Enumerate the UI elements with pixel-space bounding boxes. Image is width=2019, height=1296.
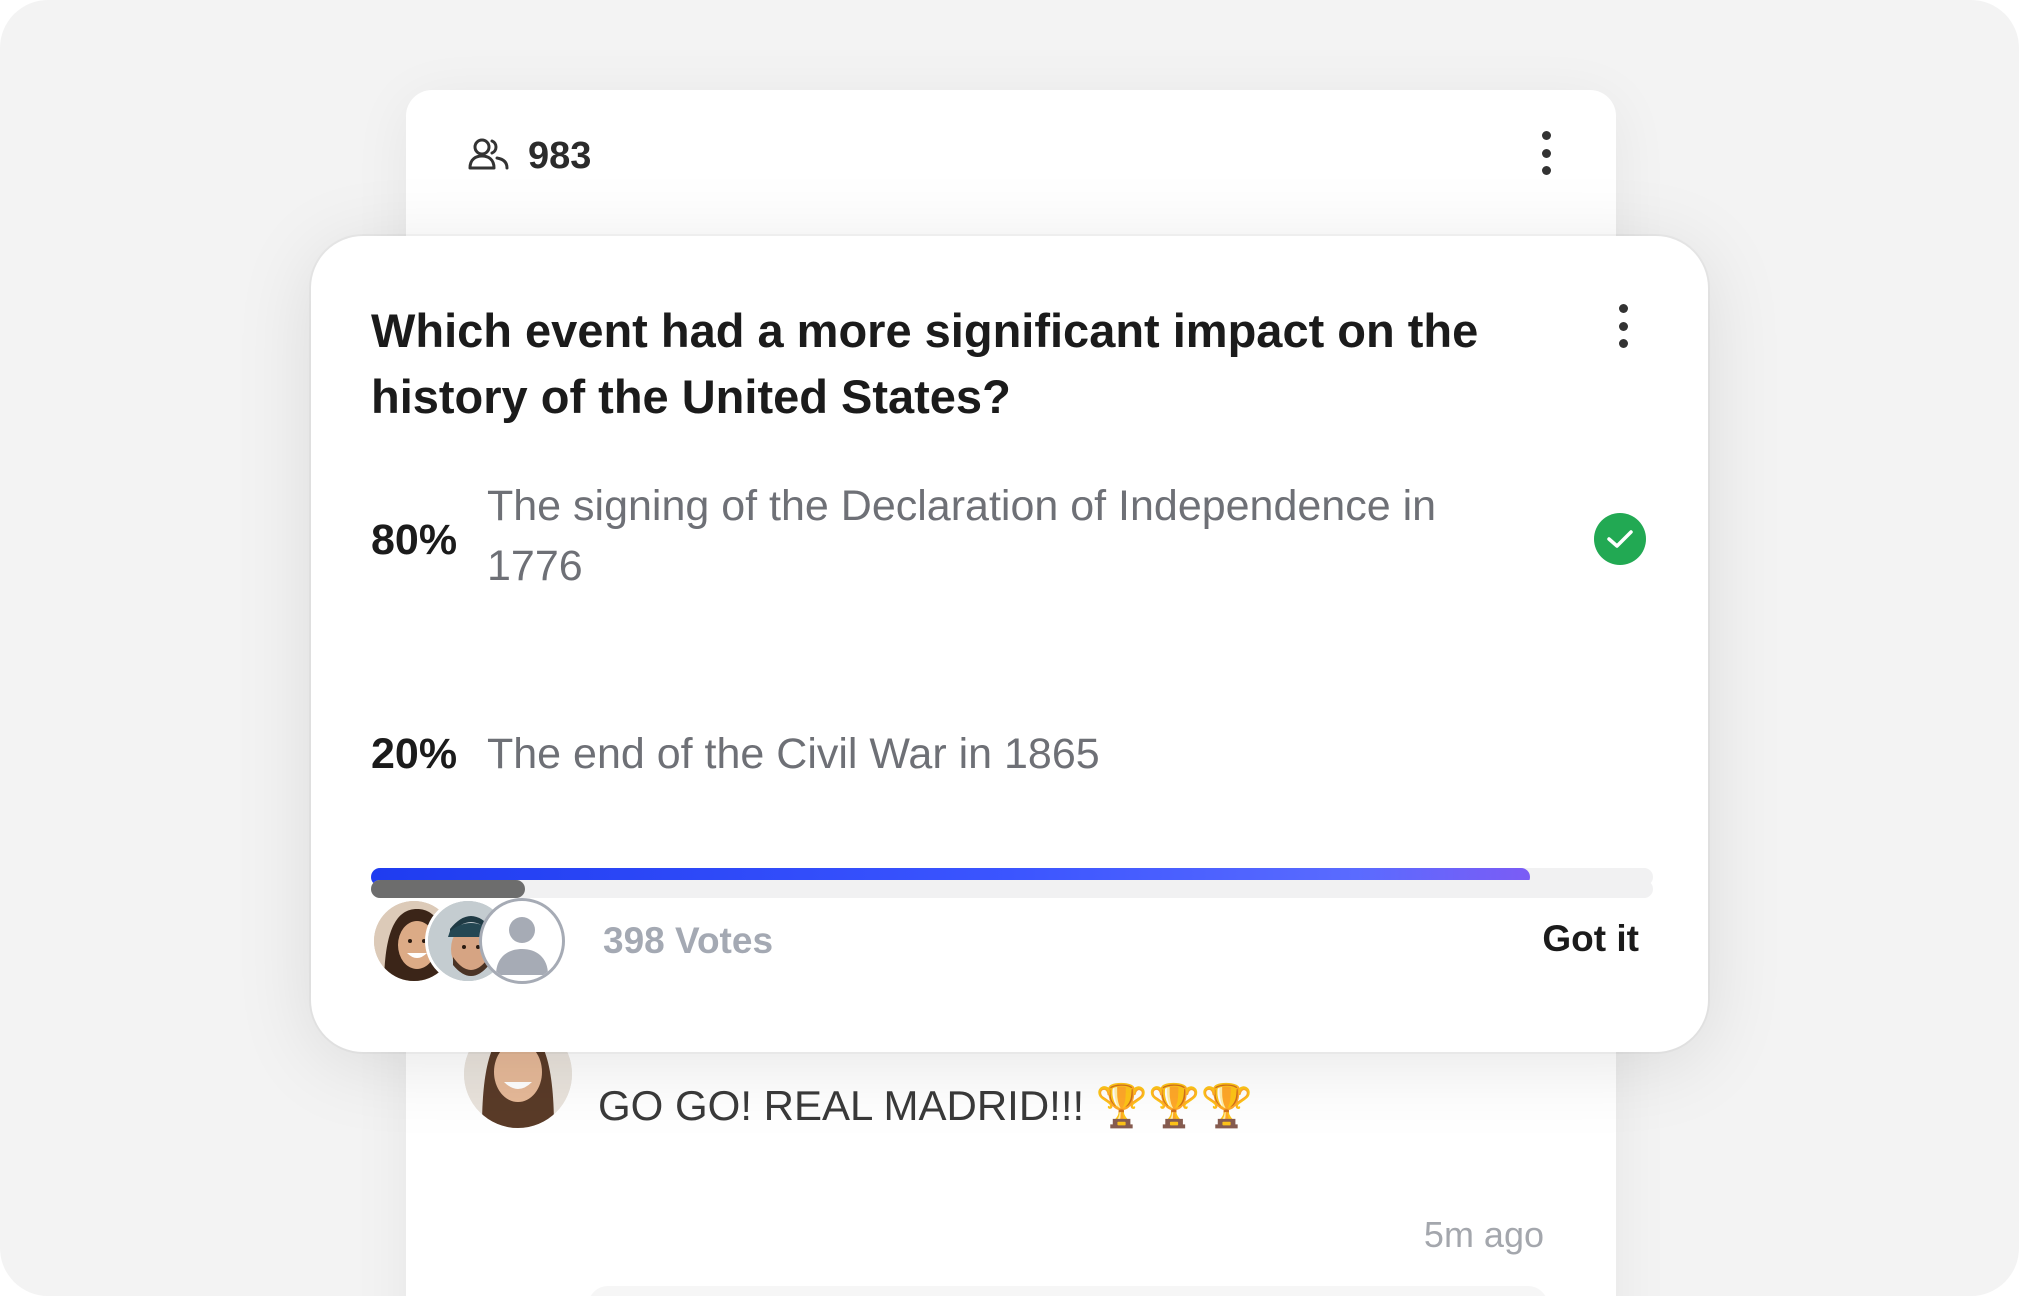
chat-input-bar[interactable] [588,1286,1548,1296]
chat-message: GO GO! REAL MADRID!!! 🏆🏆🏆 [598,1082,1253,1129]
poll-card: Which event had a more significant impac… [311,236,1708,1052]
check-circle-icon [1594,513,1646,565]
option-progress-fill [371,880,525,898]
poll-more-vertical-icon[interactable] [1617,304,1629,348]
option-progress-track [371,880,1653,898]
option-label: The end of the Civil War in 1865 [487,730,1100,778]
screen-background: 983 GO GO! REAL MADRID!!! 🏆🏆🏆 5m ago Whi… [0,0,2019,1296]
chat-timestamp: 5m ago [1423,1214,1544,1255]
participants-header: 983 [468,128,591,184]
option-percent: 20% [371,730,458,778]
got-it-button[interactable]: Got it [1532,918,1661,960]
option-percent: 80% [371,516,458,564]
option-label: The signing of the Declaration of Indepe… [487,482,1437,590]
participants-count: 983 [528,134,592,177]
votes-row: 398 Votes Got it [371,898,1661,988]
user-placeholder-icon [479,898,565,984]
votes-count: 398 Votes [603,920,774,961]
chat-more-vertical-icon[interactable] [1540,131,1552,175]
users-icon [468,138,510,175]
poll-question: Which event had a more significant impac… [371,304,1479,423]
